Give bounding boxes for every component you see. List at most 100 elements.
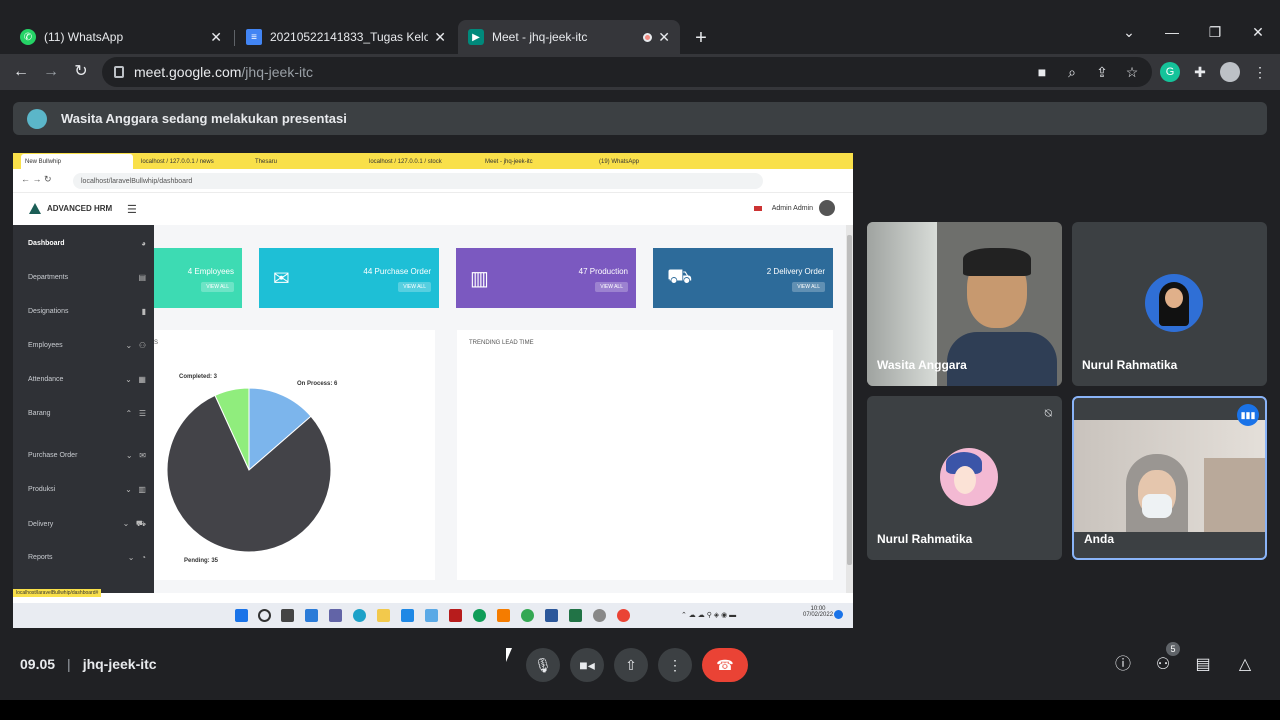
meeting-info: 09.05 | jhq-jeek-itc: [20, 656, 157, 672]
person-hair: [963, 248, 1031, 276]
new-tab-button[interactable]: +: [690, 27, 712, 50]
participant-tile[interactable]: Wasita Anggara: [867, 222, 1062, 386]
user-name: Admin Admin: [771, 204, 813, 212]
screen: ✆ (11) WhatsApp ✕ ≡ 20210522141833_Tugas…: [0, 0, 1280, 720]
shared-nav-icons: ← → ↻: [21, 174, 52, 184]
avatar-face: [1165, 288, 1183, 308]
shared-tab: localhost / 127.0.0.1 / stock: [369, 158, 442, 165]
shared-address-bar: localhost/laravelBullwhip/dashboard: [73, 173, 763, 189]
sidebar-item-label: Produksi: [28, 486, 56, 493]
back-icon[interactable]: ←: [10, 61, 32, 83]
microphone-button[interactable]: 🎙: [526, 648, 560, 682]
avatar: [940, 448, 998, 506]
url-host: meet.google.com: [134, 64, 242, 80]
zoom-icon[interactable]: ⌕: [1062, 62, 1082, 82]
truck-icon: ⌄ ⛟: [122, 519, 146, 528]
tab-meet[interactable]: ▶ Meet - jhq-jeek-itc ✕: [458, 20, 680, 54]
edge-icon: [353, 609, 366, 622]
close-window-icon[interactable]: ✕: [1243, 24, 1273, 41]
app-icon: [449, 609, 462, 622]
shared-tab: New Bullwhip: [21, 154, 133, 169]
people-icon[interactable]: ⚇: [1152, 654, 1174, 676]
search-icon: [258, 609, 271, 622]
tab-search-icon[interactable]: ⌄: [1114, 24, 1144, 41]
restore-icon[interactable]: ❐: [1200, 24, 1230, 41]
person-body: [1204, 458, 1265, 532]
participant-name: Anda: [1084, 532, 1114, 546]
end-call-button[interactable]: ☎: [702, 648, 748, 682]
user-avatar: [819, 200, 835, 216]
sidebar-item-label: Designations: [28, 308, 69, 315]
camera-button[interactable]: ■◂: [570, 648, 604, 682]
shared-taskbar: ⌃ ☁ ☁ ⚲ ◈ ◉ ▬ 10:00 07/02/2022: [13, 603, 853, 628]
shared-screen: New Bullwhip localhost / 127.0.0.1 / new…: [13, 153, 853, 628]
meeting-details-icon[interactable]: ⓘ: [1112, 654, 1134, 676]
excel-icon: [569, 609, 582, 622]
bookmark-star-icon[interactable]: ☆: [1122, 62, 1142, 82]
sidebar-item-label: Delivery: [28, 520, 54, 528]
card-purchase-order: ✉ 44 Purchase Order VIEW ALL: [259, 248, 439, 308]
url-path: /jhq-jeek-itc: [241, 64, 313, 80]
profile-avatar[interactable]: [1220, 62, 1240, 82]
shared-scrollbar: [846, 225, 853, 593]
bar-chart-icon: ▥: [470, 268, 489, 290]
participant-tile[interactable]: ⍉ Nurul Rahmatika: [867, 396, 1062, 560]
sidebar-item-label: Barang: [28, 410, 51, 417]
camera-icon[interactable]: ■: [1032, 62, 1052, 82]
share-icon[interactable]: ⇪: [1092, 62, 1112, 82]
shared-tab: localhost / 127.0.0.1 / news: [141, 158, 214, 165]
card-text: 2 Delivery Order: [766, 267, 825, 276]
participant-count-badge: 5: [1166, 642, 1180, 656]
menu-icon[interactable]: ⋮: [1250, 62, 1270, 82]
view-all-button: VIEW ALL: [792, 282, 825, 292]
participant-tile-self[interactable]: ▮▮▮ Anda: [1072, 396, 1267, 560]
close-tab-icon[interactable]: ✕: [434, 29, 446, 46]
shared-tab: Thesaru: [255, 158, 278, 165]
participant-name: Nurul Rahmatika: [877, 532, 973, 546]
participant-tile[interactable]: Nurul Rahmatika: [1072, 222, 1267, 386]
tray-icons: ⌃ ☁ ☁ ⚲ ◈ ◉ ▬: [681, 612, 737, 619]
card-text: 47 Production: [578, 267, 628, 276]
hamburger-icon: ☰: [127, 204, 137, 216]
tab-title: (11) WhatsApp: [44, 30, 124, 44]
mouse-cursor-icon: [506, 648, 512, 662]
banner-text: Wasita Anggara sedang melakukan presenta…: [61, 111, 347, 126]
address-bar[interactable]: meet.google.com/jhq-jeek-itc: [102, 57, 1152, 87]
activities-icon[interactable]: △: [1234, 654, 1256, 676]
present-button[interactable]: ⇧: [614, 648, 648, 682]
card-text: 4 Employees: [187, 267, 234, 276]
meet-control-bar: 09.05 | jhq-jeek-itc 🎙 ■◂ ⇧ ⋮ ☎ ⓘ ⚇ 5 ▤ …: [0, 628, 1280, 700]
sidebar-item-employees: Employees ⌄ ⚇: [28, 341, 146, 350]
extensions-icon[interactable]: ✚: [1190, 62, 1210, 82]
app-name: ADVANCED HRM: [47, 204, 113, 213]
reload-icon[interactable]: ↻: [70, 61, 92, 83]
present-screen-icon: ⇧: [625, 656, 637, 673]
list-icon: ⌃ ☰: [125, 409, 146, 418]
sidebar-item-purchase-order: Purchase Order ⌄ ✉: [28, 451, 146, 460]
sidebar-item-delivery: Delivery ⌄ ⛟: [28, 519, 146, 529]
tab-whatsapp[interactable]: ✆ (11) WhatsApp ✕: [10, 20, 232, 54]
shared-tab-bar: New Bullwhip localhost / 127.0.0.1 / new…: [13, 153, 853, 169]
close-tab-icon[interactable]: ✕: [210, 29, 222, 46]
more-options-button[interactable]: ⋮: [658, 648, 692, 682]
panel-title: S: [154, 340, 159, 346]
grammarly-icon[interactable]: G: [1160, 62, 1180, 82]
more-vert-icon: ⋮: [668, 656, 682, 673]
shared-tab: Meet - jhq-jeek-itc: [485, 158, 533, 165]
scrollbar-thumb: [847, 235, 852, 565]
settings-icon: [593, 609, 606, 622]
participant-name: Nurul Rahmatika: [1082, 358, 1178, 372]
tab-title: 20210522141833_Tugas Kelompo: [270, 30, 429, 44]
avatar-face: [954, 466, 976, 494]
tab-docs[interactable]: ≡ 20210522141833_Tugas Kelompo ✕: [236, 20, 456, 54]
forward-icon[interactable]: →: [40, 61, 62, 83]
user-menu: Admin Admin: [753, 200, 835, 216]
camera-icon: ■◂: [579, 656, 595, 673]
sidebar-item-attendance: Attendance ⌄ ▦: [28, 375, 146, 384]
presentation-banner: Wasita Anggara sedang melakukan presenta…: [13, 102, 1267, 135]
close-tab-icon[interactable]: ✕: [658, 29, 670, 46]
chat-icon[interactable]: ▤: [1192, 654, 1214, 676]
mic-icon: 🎙: [534, 656, 552, 673]
shared-tab: (19) WhatsApp: [599, 158, 640, 165]
minimize-icon[interactable]: —: [1157, 24, 1187, 40]
